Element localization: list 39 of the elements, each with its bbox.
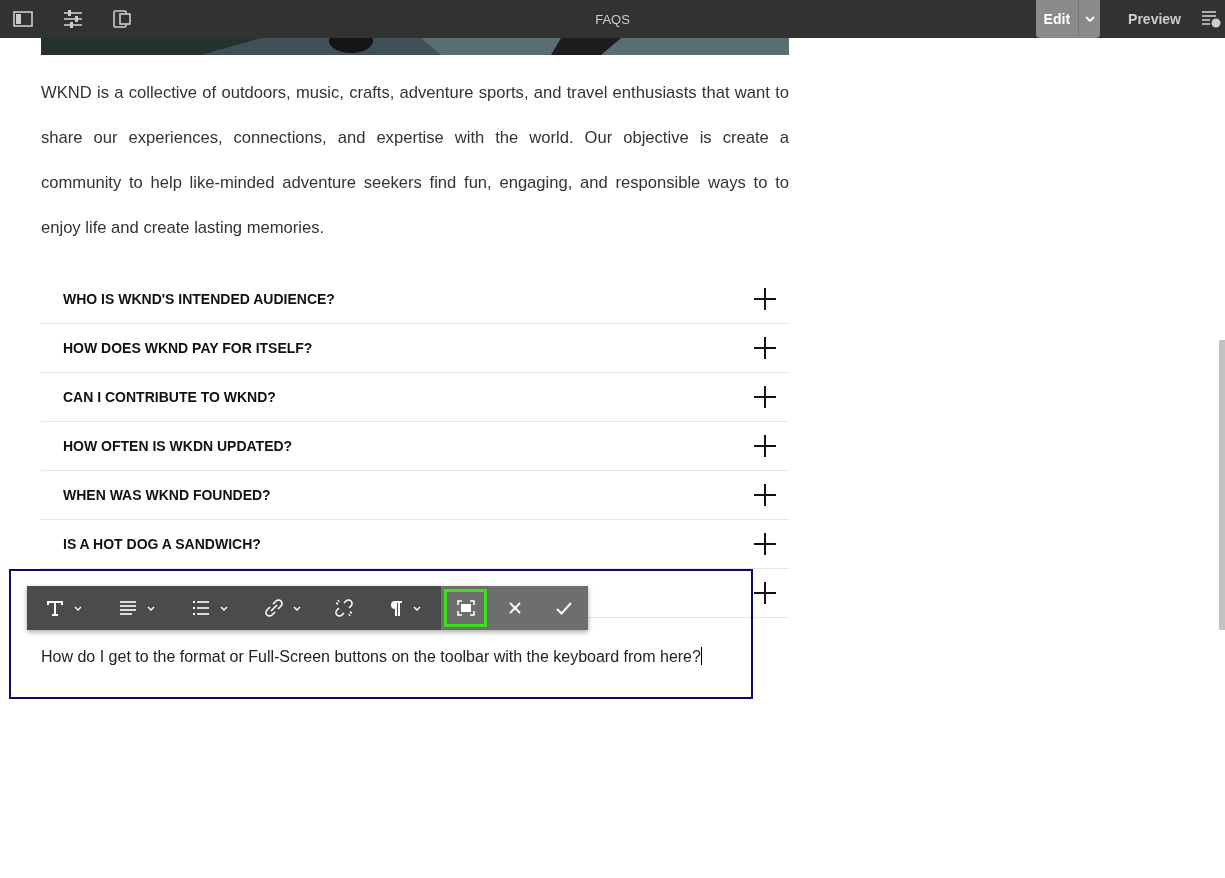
devices-icon[interactable]: [113, 10, 131, 28]
intro-paragraph: WKND is a collective of outdoors, music, crafts, adventure sports, and travel enthusiasts that want to share our experiences, connections, and expertise with the world. Our objective is create a community to help like-minded adventure seekers find fun, engaging, and responsible ways to to enjoy life and create lasting memories.: [41, 82, 789, 239]
plus-icon[interactable]: [754, 386, 776, 408]
plus-icon[interactable]: [754, 582, 776, 604]
faq-question[interactable]: HOW OFTEN IS WKDN UPDATED?: [63, 438, 293, 454]
plus-icon[interactable]: [754, 337, 776, 359]
fullscreen-button[interactable]: [441, 586, 490, 630]
faq-question[interactable]: WHO IS WKND'S INTENDED AUDIENCE?: [63, 291, 335, 307]
side-panel-icon[interactable]: [13, 11, 33, 27]
close-button[interactable]: [490, 586, 539, 630]
faq-question[interactable]: HOW DOES WKND PAY FOR ITSELF?: [63, 340, 313, 356]
mode-menu-button[interactable]: [1078, 0, 1101, 38]
link-icon: [264, 599, 283, 617]
fullscreen-icon: [456, 600, 475, 616]
plus-icon[interactable]: [754, 288, 776, 310]
page-info-icon[interactable]: [1201, 10, 1221, 28]
mode-button[interactable]: Preview: [1120, 0, 1189, 38]
scrollbar[interactable]: [1219, 340, 1225, 630]
plus-icon[interactable]: [754, 533, 776, 555]
plus-icon[interactable]: [754, 435, 776, 457]
checkmark-icon: [555, 601, 572, 615]
text-format-button[interactable]: [27, 586, 100, 630]
caret-icon: [1084, 16, 1095, 22]
plus-icon[interactable]: [754, 484, 776, 506]
close-icon: [507, 601, 522, 615]
paragraph-button[interactable]: [368, 586, 441, 630]
list-icon: [191, 601, 210, 615]
text-format-icon: [45, 600, 64, 616]
faq-question[interactable]: IS A HOT DOG A SANDWICH?: [63, 536, 261, 552]
sliders-icon[interactable]: [63, 10, 83, 28]
align-icon: [118, 601, 137, 615]
paragraph-icon: [388, 600, 403, 616]
faq-question[interactable]: CAN I CONTRIBUTE TO WKND?: [63, 389, 276, 405]
rich-text-editor[interactable]: How do I get to the format or Full-Screen buttons on the toolbar with the keyboard from here?: [9, 569, 753, 699]
page-title: FAQS: [595, 11, 630, 27]
checkmark-button[interactable]: [539, 586, 588, 630]
faq-question[interactable]: WHEN WAS WKND FOUNDED?: [63, 487, 271, 503]
editor-text[interactable]: How do I get to the format or Full-Screen buttons on the toolbar with the keyboard from here?: [41, 647, 702, 666]
unlink-icon: [334, 599, 353, 617]
